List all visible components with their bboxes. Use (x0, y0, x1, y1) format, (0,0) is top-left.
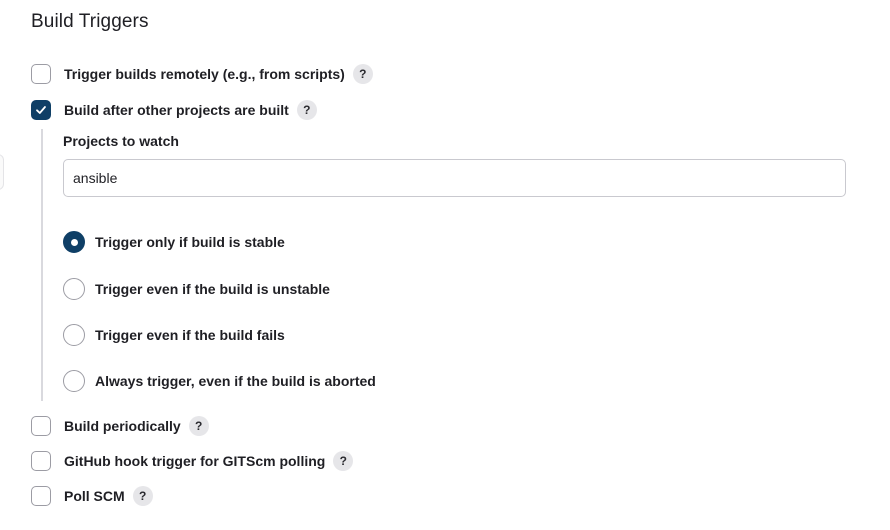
build-after-other-checkbox[interactable] (31, 100, 51, 120)
trigger-condition-option[interactable]: Always trigger, even if the build is abo… (63, 370, 376, 392)
trigger-stable-label: Trigger only if build is stable (95, 234, 285, 250)
trigger-condition-option[interactable]: Trigger even if the build fails (63, 324, 285, 346)
section-title: Build Triggers (31, 11, 149, 32)
trigger-remote-row[interactable]: Trigger builds remotely (e.g., from scri… (31, 63, 373, 85)
poll-scm-checkbox[interactable] (31, 486, 51, 506)
help-icon[interactable]: ? (352, 64, 373, 84)
check-icon (36, 106, 46, 114)
radio-dot-icon (70, 238, 78, 246)
projects-to-watch-label: Projects to watch (63, 133, 179, 149)
trigger-fails-radio[interactable] (63, 324, 85, 346)
side-tab-edge (0, 154, 4, 190)
nested-options-divider (41, 129, 43, 401)
help-icon[interactable]: ? (132, 486, 153, 506)
github-hook-checkbox[interactable] (31, 451, 51, 471)
help-icon[interactable]: ? (188, 416, 209, 436)
build-after-other-label: Build after other projects are built (64, 102, 289, 118)
trigger-condition-option[interactable]: Trigger only if build is stable (63, 231, 285, 253)
projects-to-watch-input[interactable] (63, 159, 846, 197)
help-icon[interactable]: ? (296, 100, 317, 120)
build-periodically-label: Build periodically (64, 418, 181, 434)
trigger-remote-label: Trigger builds remotely (e.g., from scri… (64, 66, 345, 82)
trigger-condition-option[interactable]: Trigger even if the build is unstable (63, 278, 330, 300)
trigger-unstable-label: Trigger even if the build is unstable (95, 281, 330, 297)
github-hook-row[interactable]: GitHub hook trigger for GITScm polling ? (31, 450, 354, 472)
trigger-unstable-radio[interactable] (63, 278, 85, 300)
poll-scm-label: Poll SCM (64, 488, 125, 504)
trigger-aborted-radio[interactable] (63, 370, 85, 392)
github-hook-label: GitHub hook trigger for GITScm polling (64, 453, 326, 469)
help-icon[interactable]: ? (333, 451, 354, 471)
build-after-other-row[interactable]: Build after other projects are built ? (31, 99, 317, 121)
trigger-stable-radio[interactable] (63, 231, 85, 253)
build-periodically-row[interactable]: Build periodically ? (31, 415, 209, 437)
build-periodically-checkbox[interactable] (31, 416, 51, 436)
build-triggers-panel: Build Triggers Trigger builds remotely (… (0, 0, 890, 530)
trigger-fails-label: Trigger even if the build fails (95, 327, 285, 343)
poll-scm-row[interactable]: Poll SCM ? (31, 485, 153, 507)
trigger-aborted-label: Always trigger, even if the build is abo… (95, 373, 376, 389)
trigger-remote-checkbox[interactable] (31, 64, 51, 84)
